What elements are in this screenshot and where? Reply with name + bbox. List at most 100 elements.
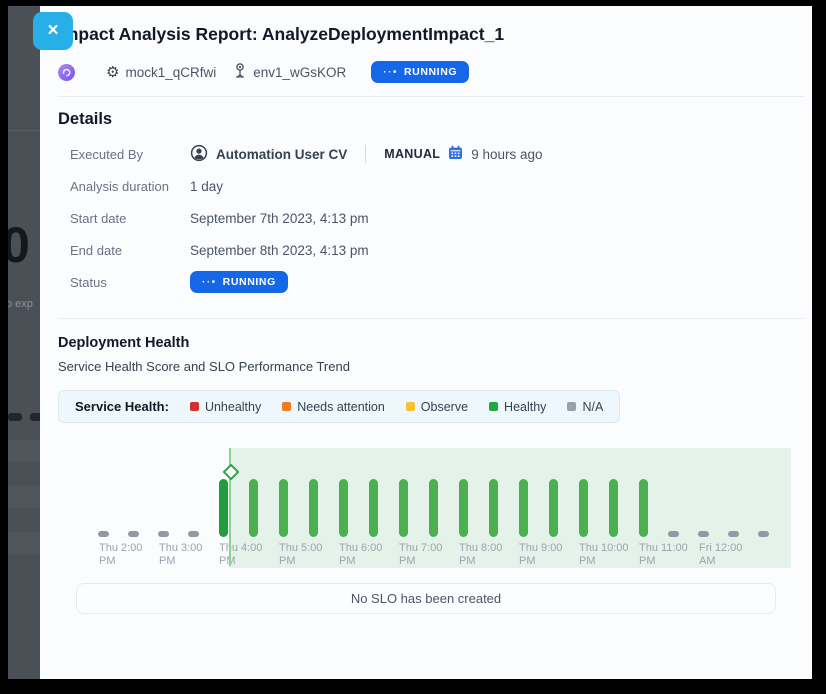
screenshot-frame: 0 o exp × Impact Analysis Report: Analyz… <box>0 0 826 694</box>
background-pill <box>8 413 22 421</box>
x-axis-tick-label: Thu 7:00PM <box>399 542 442 568</box>
impact-analysis-icon <box>58 64 75 81</box>
details-heading: Details <box>58 110 794 129</box>
legend-items: Unhealthy Needs attention Observe Healthy N/… <box>190 400 603 414</box>
detail-value: Automation User CV MANUAL 9 hou <box>190 144 543 165</box>
user-avatar-icon <box>190 144 208 165</box>
x-axis-tick-label: Thu 8:00PM <box>459 542 502 568</box>
details-section: Details Executed By Automation User CV M… <box>40 97 812 305</box>
health-bar[interactable] <box>279 479 288 537</box>
status-badge-label: RUNNING <box>223 276 276 288</box>
x-axis-tick-label: Thu 6:00PM <box>339 542 382 568</box>
health-bar[interactable] <box>98 531 109 537</box>
deployment-health-section: Deployment Health Service Health Score a… <box>40 319 812 614</box>
environment-reference[interactable]: env1_wGsKOR <box>233 62 346 82</box>
health-bar[interactable] <box>609 479 618 537</box>
legend-item: N/A <box>567 400 603 414</box>
health-bar[interactable] <box>698 531 709 537</box>
detail-label: Analysis duration <box>70 179 190 194</box>
health-bar[interactable] <box>369 479 378 537</box>
legend-label: Needs attention <box>297 400 385 414</box>
detail-label: End date <box>70 243 190 258</box>
legend-title: Service Health: <box>75 399 169 414</box>
legend-label: Unhealthy <box>205 400 261 414</box>
legend-swatch-icon <box>190 402 199 411</box>
chart-subtitle: Service Health Score and SLO Performance… <box>58 359 794 374</box>
legend-item: Observe <box>406 400 468 414</box>
trigger-type: MANUAL <box>384 147 440 161</box>
legend-label: Observe <box>421 400 468 414</box>
background-pill <box>30 413 40 421</box>
detail-label: Executed By <box>70 147 190 162</box>
close-button[interactable]: × <box>33 12 73 50</box>
legend-item: Unhealthy <box>190 400 261 414</box>
legend-swatch-icon <box>489 402 498 411</box>
background-metric-number: 0 <box>8 216 29 274</box>
background-table-row <box>8 440 40 462</box>
health-bar[interactable] <box>489 479 498 537</box>
page-title: Impact Analysis Report: AnalyzeDeploymen… <box>58 24 794 45</box>
environment-name: env1_wGsKOR <box>253 65 346 80</box>
detail-label: Start date <box>70 211 190 226</box>
gear-icon: ⚙ <box>106 65 119 80</box>
legend-swatch-icon <box>282 402 291 411</box>
no-slo-message: No SLO has been created <box>351 591 501 606</box>
health-bar[interactable] <box>758 531 769 537</box>
health-bar[interactable] <box>519 479 528 537</box>
vertical-divider <box>365 145 366 163</box>
detail-row-executed-by: Executed By Automation User CV MANUAL <box>58 143 794 165</box>
x-axis-tick-label: Fri 12:00AM <box>699 542 742 568</box>
health-bar[interactable] <box>309 479 318 537</box>
legend-swatch-icon <box>406 402 415 411</box>
legend-swatch-icon <box>567 402 576 411</box>
health-bar[interactable] <box>339 479 348 537</box>
calendar-icon <box>448 145 463 163</box>
health-bar[interactable] <box>639 479 648 537</box>
dimmed-background-page: 0 o exp <box>8 6 40 679</box>
impact-analysis-modal: Impact Analysis Report: AnalyzeDeploymen… <box>40 6 812 679</box>
x-axis-tick-label: Thu 9:00PM <box>519 542 562 568</box>
health-bar[interactable] <box>549 479 558 537</box>
workflow-reference[interactable]: ⚙ mock1_qCRfwi <box>106 65 216 80</box>
health-bar[interactable] <box>579 479 588 537</box>
x-axis-tick-label: Thu 11:00PM <box>639 542 688 568</box>
modal-header: Impact Analysis Report: AnalyzeDeploymen… <box>40 6 812 83</box>
running-dots-icon: ··• <box>383 67 398 78</box>
background-table-row <box>8 532 40 554</box>
detail-row-start-date: Start date September 7th 2023, 4:13 pm <box>58 207 794 229</box>
background-partial-text: o exp <box>8 298 33 310</box>
detail-row-status: Status ··• RUNNING <box>58 271 794 293</box>
health-bar[interactable] <box>399 479 408 537</box>
x-axis-tick-label: Thu 3:00PM <box>159 542 202 568</box>
health-bar[interactable] <box>128 531 139 537</box>
health-bar[interactable] <box>429 479 438 537</box>
detail-row-analysis-duration: Analysis duration 1 day <box>58 175 794 197</box>
health-bar[interactable] <box>158 531 169 537</box>
x-axis-tick-label: Thu 4:00PM <box>219 542 262 568</box>
detail-value: September 8th 2023, 4:13 pm <box>190 243 369 258</box>
executed-by-user: Automation User CV <box>216 147 347 162</box>
health-bar[interactable] <box>188 531 199 537</box>
legend-item: Needs attention <box>282 400 385 414</box>
health-bar[interactable] <box>728 531 739 537</box>
x-axis-tick-label: Thu 5:00PM <box>279 542 322 568</box>
status-badge-label: RUNNING <box>404 66 457 78</box>
meta-row: ⚙ mock1_qCRfwi env1_wGsKOR ··• <box>58 61 794 83</box>
detail-value: 1 day <box>190 179 223 194</box>
environment-icon <box>233 62 247 82</box>
health-chart: Thu 2:00PM Thu 3:00PM Thu 4:00PM Thu 5:00PM… <box>58 441 798 573</box>
legend-label: Healthy <box>504 400 546 414</box>
health-bar[interactable] <box>668 531 679 537</box>
detail-row-end-date: End date September 8th 2023, 4:13 pm <box>58 239 794 261</box>
health-bar[interactable] <box>219 479 228 537</box>
no-slo-message-box: No SLO has been created <box>76 583 776 614</box>
x-axis-tick-label: Thu 2:00PM <box>99 542 142 568</box>
service-health-legend: Service Health: Unhealthy Needs attention… <box>58 390 620 423</box>
detail-label: Status <box>70 275 190 290</box>
detail-value: ··• RUNNING <box>190 271 288 293</box>
deployment-health-heading: Deployment Health <box>58 335 794 351</box>
health-bar[interactable] <box>249 479 258 537</box>
health-bar[interactable] <box>459 479 468 537</box>
x-axis-tick-label: Thu 10:00PM <box>579 542 629 568</box>
executed-time: 9 hours ago <box>471 147 542 162</box>
